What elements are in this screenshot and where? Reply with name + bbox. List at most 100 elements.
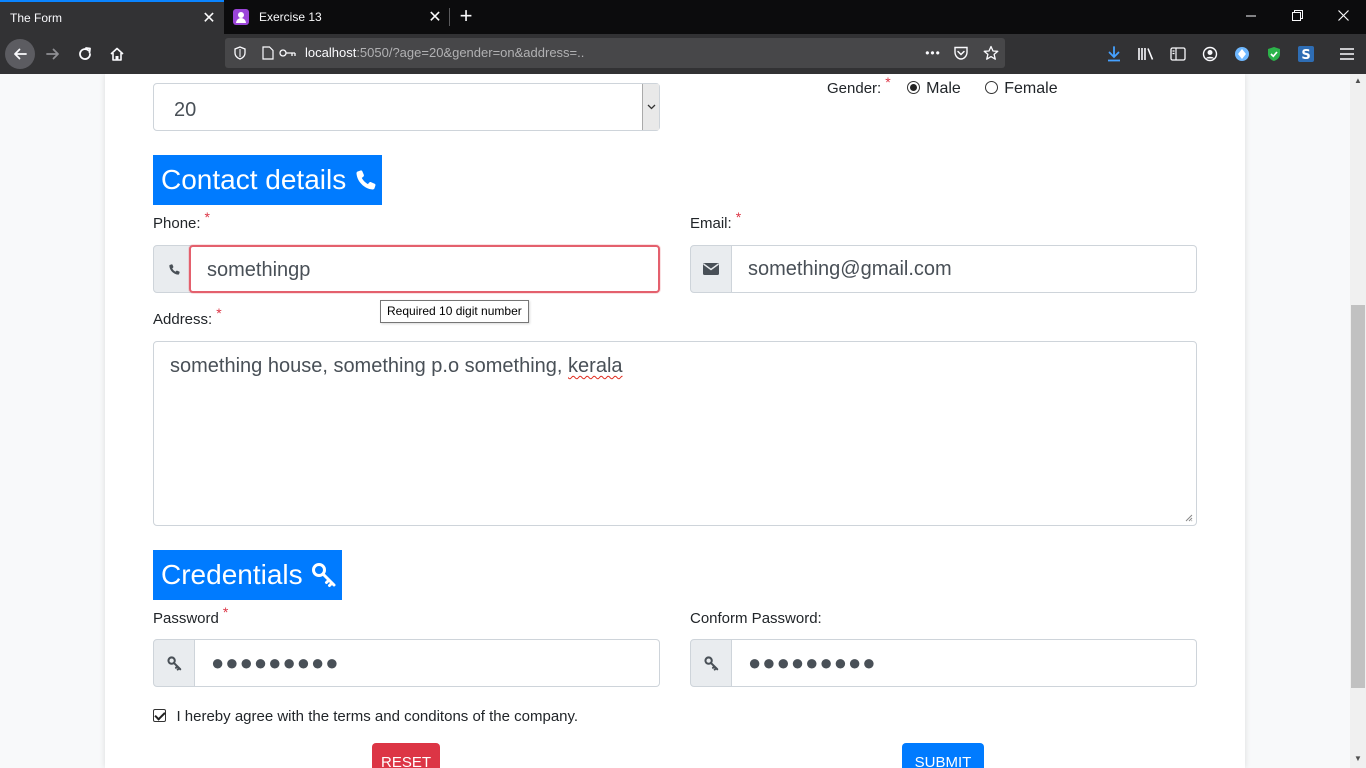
age-select[interactable]: 20 xyxy=(153,83,660,131)
address-bar[interactable]: localhost:5050/?age=20&gender=on&address… xyxy=(225,38,1005,68)
sidebar-icon xyxy=(1170,47,1186,61)
required-asterisk: * xyxy=(735,209,742,225)
tab-exercise-13[interactable]: Exercise 13 ✕ xyxy=(224,0,450,34)
email-input-group: something@gmail.com xyxy=(690,245,1197,293)
page-info-icon[interactable] xyxy=(258,43,278,63)
close-tab-icon[interactable]: ✕ xyxy=(420,7,450,27)
hamburger-menu-icon xyxy=(1340,48,1354,60)
tab-divider xyxy=(449,8,450,26)
confirm-password-label: Conform Password: xyxy=(690,610,822,627)
password-input[interactable]: ●●●●●●●●● xyxy=(195,639,660,687)
address-textarea[interactable]: something house, something p.o something… xyxy=(153,341,1197,526)
reload-button[interactable] xyxy=(69,38,101,70)
key-icon xyxy=(703,655,718,671)
svg-text:S: S xyxy=(1301,48,1310,62)
key-icon xyxy=(311,563,336,587)
forward-arrow-icon xyxy=(46,48,59,60)
close-tab-icon[interactable]: ✕ xyxy=(194,8,224,28)
permissions-key-icon[interactable] xyxy=(278,43,298,63)
email-label-row: Email: * xyxy=(690,209,741,233)
confirm-password-addon xyxy=(690,639,732,687)
phone-label-row: Phone: * xyxy=(153,209,210,233)
terms-checkbox[interactable] xyxy=(153,709,166,722)
scroll-down-arrow-icon[interactable]: ▼ xyxy=(1350,752,1366,766)
contact-favicon-icon xyxy=(233,9,249,25)
chevron-down-icon[interactable] xyxy=(642,84,659,130)
library-icon xyxy=(1138,48,1154,60)
new-tab-button[interactable]: + xyxy=(452,0,480,34)
address-text-main: something house, something p.o something… xyxy=(170,355,569,377)
home-icon xyxy=(110,47,124,61)
confirm-password-label-row: Conform Password: xyxy=(690,610,822,628)
required-asterisk: * xyxy=(204,209,210,225)
browser-tab-bar: The Form ✕ Exercise 13 ✕ + xyxy=(0,0,1366,34)
shield-extension-icon xyxy=(1268,47,1280,61)
scrollbar-thumb[interactable] xyxy=(1351,305,1365,688)
sidebar-button[interactable] xyxy=(1162,38,1194,70)
gender-label: Gender: xyxy=(827,80,882,97)
browser-toolbar: localhost:5050/?age=20&gender=on&address… xyxy=(0,34,1366,74)
close-window-button[interactable] xyxy=(1320,0,1366,34)
back-arrow-icon xyxy=(5,39,35,69)
radio-female[interactable] xyxy=(985,81,999,94)
credentials-title: Credentials xyxy=(161,559,303,590)
submit-button[interactable]: SUBMIT xyxy=(902,743,984,768)
page-actions-more-icon[interactable]: ••• xyxy=(923,43,943,63)
scroll-up-arrow-icon[interactable]: ▲ xyxy=(1350,74,1366,88)
downloads-button[interactable] xyxy=(1098,38,1130,70)
contact-details-heading: Contact details xyxy=(153,155,382,205)
download-icon xyxy=(1108,46,1120,62)
email-label: Email: xyxy=(690,215,732,232)
address-label: Address: xyxy=(153,311,213,328)
email-addon xyxy=(690,245,732,293)
phone-label: Phone: xyxy=(153,215,201,232)
password-addon xyxy=(153,639,195,687)
password-label-row: Password * xyxy=(153,604,228,628)
phone-icon xyxy=(356,170,376,190)
url-text: localhost:5050/?age=20&gender=on&address… xyxy=(305,45,584,60)
extension-shield-button[interactable] xyxy=(1258,38,1290,70)
contact-details-title: Contact details xyxy=(161,164,347,195)
address-label-row: Address: * xyxy=(153,305,222,329)
url-path: :5050/?age=20&gender=on&address=.. xyxy=(356,45,585,60)
restore-button[interactable] xyxy=(1274,0,1320,34)
envelope-icon xyxy=(703,263,719,275)
extension-diamond-button[interactable] xyxy=(1226,38,1258,70)
s-extension-icon: S xyxy=(1298,46,1314,62)
gender-female-option[interactable]: Female xyxy=(985,80,1058,97)
forward-button[interactable] xyxy=(37,38,69,70)
terms-label: I hereby agree with the terms and condit… xyxy=(176,708,579,725)
email-input[interactable]: something@gmail.com xyxy=(732,245,1197,293)
gender-male-option[interactable]: Male xyxy=(907,80,965,97)
reset-button[interactable]: RESET xyxy=(372,743,440,768)
resize-grip-icon[interactable] xyxy=(1185,514,1193,522)
confirm-password-input-group: ●●●●●●●●● xyxy=(690,639,1197,687)
url-host: localhost xyxy=(305,45,357,60)
tab-the-form[interactable]: The Form ✕ xyxy=(0,0,224,34)
library-button[interactable] xyxy=(1130,38,1162,70)
menu-button[interactable] xyxy=(1331,38,1363,70)
phone-input[interactable]: somethingp xyxy=(189,245,660,293)
minimize-button[interactable] xyxy=(1228,0,1274,34)
tracking-shield-icon[interactable] xyxy=(230,43,250,63)
misspelled-word: kerala xyxy=(568,355,623,377)
tab-title: The Form xyxy=(10,11,63,25)
confirm-password-input[interactable]: ●●●●●●●●● xyxy=(732,639,1197,687)
pocket-icon[interactable] xyxy=(951,43,971,63)
back-button[interactable] xyxy=(4,38,36,70)
validation-tooltip: Required 10 digit number xyxy=(380,300,529,323)
extension-s-button[interactable]: S xyxy=(1290,38,1322,70)
home-button[interactable] xyxy=(101,38,133,70)
phone-input-group: somethingp xyxy=(153,245,660,293)
required-asterisk: * xyxy=(222,604,229,620)
gender-group: Gender: * Male Female xyxy=(827,74,1058,98)
required-asterisk: * xyxy=(885,74,891,90)
account-button[interactable] xyxy=(1194,38,1226,70)
tab-title: Exercise 13 xyxy=(259,10,322,24)
address-text: something house, something p.o something… xyxy=(170,355,623,378)
bookmark-star-icon[interactable] xyxy=(981,43,1001,63)
radio-male[interactable] xyxy=(907,81,921,94)
reload-icon xyxy=(79,47,91,60)
password-input-group: ●●●●●●●●● xyxy=(153,639,660,687)
credentials-heading: Credentials xyxy=(153,550,342,600)
